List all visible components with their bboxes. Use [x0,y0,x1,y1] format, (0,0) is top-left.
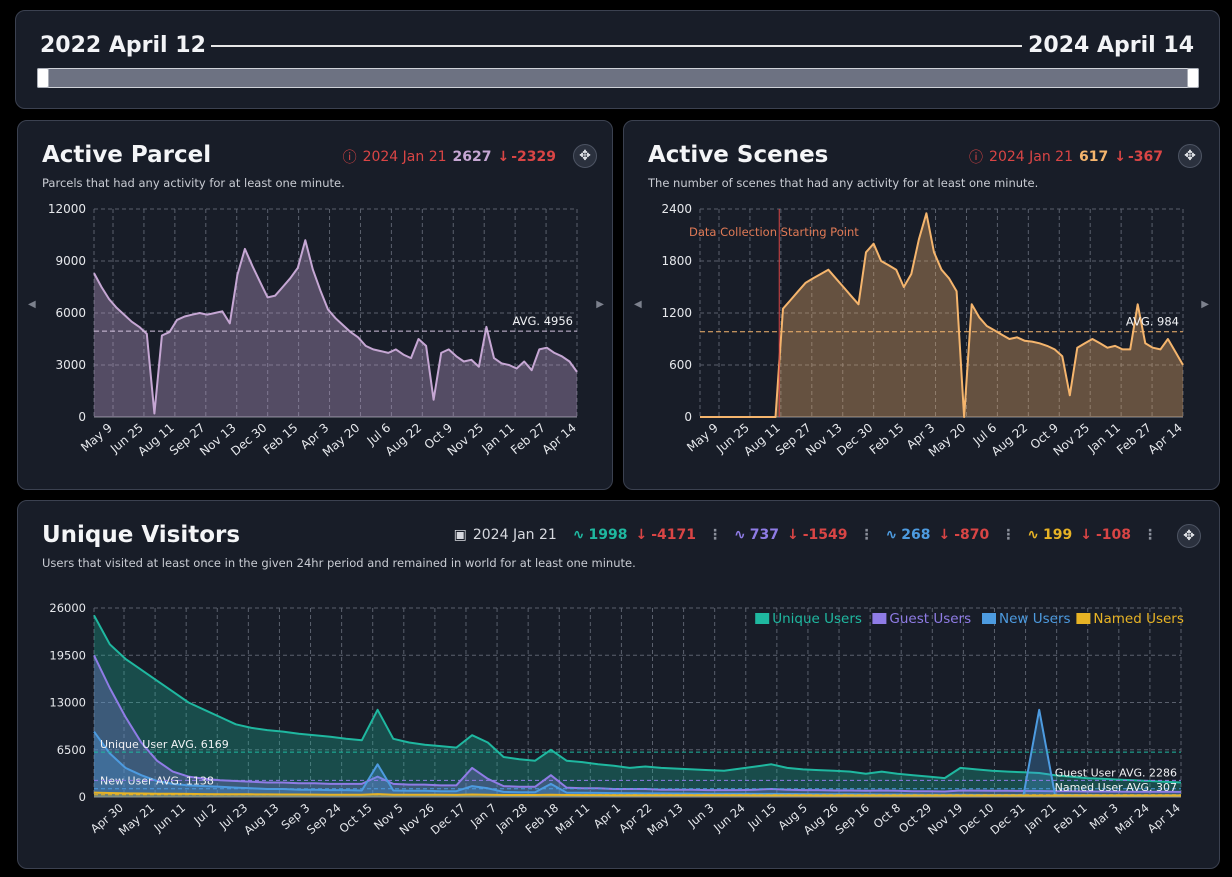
x-tick-label: Jun 24 [710,801,748,836]
legend-swatch [872,613,887,624]
y-tick-label: 0 [79,790,86,804]
x-tick-label: May 13 [644,801,685,839]
range-slider[interactable] [37,68,1199,88]
legend-label: Guest Users [889,611,971,627]
y-tick-label: 13000 [49,696,86,710]
legend-label: Named Users [1093,611,1184,627]
legend-swatch [755,613,770,624]
x-tick-label: Mar 24 [1112,801,1152,837]
legend-swatch [982,613,996,624]
average-label: Unique User AVG. 6169 [100,738,229,751]
x-tick-label: Oct 15 [336,801,374,836]
x-tick-label: Nov 26 [397,801,437,838]
y-tick-label: 6500 [57,743,86,757]
start-marker-label: Data Collection Starting Point [689,225,859,239]
y-tick-label: 0 [78,410,86,424]
series-area [94,615,1181,797]
x-tick-label: Feb 11 [1051,801,1090,837]
range-end-handle[interactable] [1187,68,1199,88]
x-tick-label: Jan 21 [1021,801,1058,836]
average-label: New User AVG. 1138 [100,775,214,788]
y-tick-label: 3000 [55,358,86,372]
date-range-panel: 2022 April 12 2024 April 14 [15,10,1220,109]
y-tick-label: 1800 [661,254,692,268]
x-tick-label: Dec 17 [428,801,468,838]
range-start-date: 2022 April 12 [40,33,206,58]
x-tick-label: Feb 15 [867,421,907,458]
x-tick-label: Jan 28 [493,801,530,836]
y-tick-label: 26000 [49,601,86,615]
x-tick-label: Dec 31 [987,801,1027,838]
y-tick-label: 1200 [661,306,692,320]
x-tick-label: Aug 26 [801,801,841,838]
x-tick-label: Jun 11 [151,801,189,836]
x-tick-label: Sep 24 [304,801,344,837]
average-label: Named User AVG. 307 [1055,781,1177,794]
x-tick-label: Apr 14 [1145,421,1185,457]
legend-label: New Users [999,611,1071,627]
average-label: AVG. 4956 [513,314,574,328]
x-tick-label: May 9 [684,421,721,455]
average-label: Guest User AVG. 2286 [1055,766,1177,779]
legend-label: Unique Users [772,611,862,627]
x-tick-label: May 21 [116,801,157,839]
x-tick-label: Mar 11 [553,801,593,837]
range-divider [211,45,1022,47]
x-tick-label: Jul 15 [744,801,778,833]
average-label: AVG. 984 [1126,315,1179,329]
active-parcel-chart: 120009000600030000May 9Jun 25Aug 11Sep 2… [48,202,579,460]
x-tick-label: May 9 [78,421,115,455]
x-tick-label: Feb 15 [261,421,301,458]
y-tick-label: 9000 [55,254,86,268]
x-tick-label: Apr 14 [1145,801,1183,836]
y-tick-label: 2400 [661,202,692,216]
x-tick-label: Nov 19 [925,801,965,838]
x-tick-label: Aug 13 [241,801,281,838]
series-area [700,213,1183,417]
unique-visitors-chart: 26000195001300065000Apr 30May 21Jun 11 Ju… [49,601,1184,839]
x-tick-label: Sep 16 [832,801,872,837]
y-tick-label: 12000 [48,202,86,216]
legend-swatch [1076,613,1091,624]
active-scenes-chart: 2400180012006000May 9Jun 25Aug 11Sep 27N… [661,202,1185,460]
x-tick-label: Apr 14 [539,421,579,457]
y-tick-label: 600 [669,358,692,372]
x-tick-label: Feb 27 [508,421,548,458]
active-parcel-panel: Active Parcel Parcels that had any activ… [17,120,613,490]
y-tick-label: 19500 [49,648,86,662]
x-tick-label: Dec 10 [956,801,996,838]
active-scenes-panel: Active Scenes The number of scenes that … [623,120,1220,490]
range-start-handle[interactable] [37,68,49,88]
x-tick-label: Feb 27 [1114,421,1154,458]
range-end-date: 2024 April 14 [1028,33,1194,58]
x-tick-label: Jul 2 [190,801,219,828]
unique-visitors-panel: Unique Visitors Users that visited at le… [17,500,1220,869]
series-area [94,240,577,417]
y-tick-label: 0 [684,410,692,424]
y-tick-label: 6000 [55,306,86,320]
